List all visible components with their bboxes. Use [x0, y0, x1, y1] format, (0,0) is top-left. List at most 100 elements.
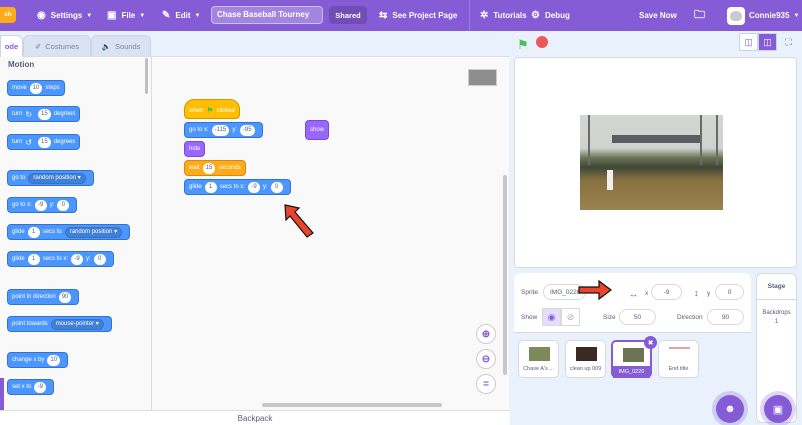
small-stage-button[interactable]: ◫	[739, 33, 758, 51]
sprite-thumb	[623, 348, 644, 362]
block-point-towards[interactable]: point towards mouse-pointer ▾	[7, 316, 112, 332]
y-label: y	[707, 290, 711, 297]
fullscreen-button[interactable]: ⛶	[779, 33, 798, 51]
number-input[interactable]: 1	[27, 253, 40, 265]
tab-code[interactable]: ode	[0, 35, 23, 57]
green-flag-icon: ⚑	[206, 106, 214, 115]
number-input[interactable]: 15	[38, 136, 51, 148]
target-dropdown[interactable]: random position ▾	[64, 226, 123, 238]
size-input[interactable]: 50	[619, 309, 656, 325]
x-position-input[interactable]: -9	[651, 284, 682, 300]
y-input[interactable]: 0	[57, 199, 70, 211]
backdrops-label: Backdrops	[762, 310, 791, 316]
block-wait-seconds[interactable]: wait 15 seconds	[184, 160, 246, 176]
number-input[interactable]: -9	[34, 381, 47, 393]
x-input[interactable]: -115	[211, 124, 230, 136]
block-turn-right[interactable]: turn ↻ 15 degrees	[7, 106, 81, 122]
block-go-to-xy[interactable]: go to x: -9 y: 0	[7, 197, 78, 213]
normal-stage-button[interactable]: ◫	[758, 33, 777, 51]
number-input[interactable]: 10	[29, 82, 43, 94]
choose-backdrop-button[interactable]: ▣	[764, 395, 792, 423]
block-show[interactable]: show	[305, 120, 330, 140]
block-set-x[interactable]: set x to -9	[7, 379, 55, 395]
choose-sprite-button[interactable]: ☻	[716, 395, 744, 423]
stop-button[interactable]	[536, 36, 548, 48]
direction-label: Direction	[677, 314, 703, 321]
block-glide-random[interactable]: glide 1 secs to random position ▾	[7, 224, 131, 240]
sprite-tile[interactable]: clean up 009	[565, 340, 606, 378]
zoom-out-button[interactable]: ⊖	[476, 349, 496, 369]
edit-menu[interactable]: ✎ Edit ▼	[162, 0, 200, 31]
rotate-left-icon: ↺	[25, 137, 33, 147]
script-horizontal-scrollbar[interactable]	[262, 403, 442, 407]
gear-icon: ⚙	[531, 10, 540, 21]
number-input[interactable]: 15	[38, 108, 51, 120]
block-change-x[interactable]: change x by 10	[7, 352, 69, 368]
show-hidden-button[interactable]: ⊘	[561, 308, 580, 326]
project-title-input[interactable]: Chase Baseball Tourney	[211, 6, 323, 24]
y-position-input[interactable]: 0	[715, 284, 744, 300]
sprite-tile[interactable]: End title	[658, 340, 699, 378]
show-label: Show	[521, 314, 538, 321]
trash-icon: ✖	[647, 339, 654, 347]
y-input[interactable]: 0	[93, 253, 106, 265]
menu-bar: ch ◉ Settings ▼ ▣ File ▼ ✎ Edit ▼ Chase …	[0, 0, 802, 31]
x-input[interactable]: -9	[71, 253, 84, 265]
scratch-logo[interactable]: ch	[0, 7, 16, 23]
pencil-icon: ✎	[162, 10, 171, 21]
number-input[interactable]: 1	[27, 226, 40, 238]
x-input[interactable]: -9	[248, 181, 261, 193]
number-input[interactable]: 10	[47, 354, 61, 366]
tab-sounds[interactable]: 🔈 Sounds	[91, 35, 151, 56]
small-stage-icon: ◫	[744, 36, 753, 47]
palette-scrollbar[interactable]	[145, 58, 148, 94]
tutorials-button[interactable]: ✲ Tutorials	[480, 0, 527, 31]
number-input[interactable]: 1	[204, 181, 217, 193]
tab-costumes[interactable]: ✐ Costumes	[23, 35, 91, 56]
block-go-to[interactable]: go to random position ▾	[7, 170, 94, 186]
normal-stage-icon: ◫	[763, 36, 772, 47]
block-glide-xy[interactable]: glide 1 secs to x: -9 y: 0	[7, 251, 114, 267]
y-input[interactable]: 0	[270, 181, 283, 193]
my-stuff-button[interactable]: 🗀	[694, 0, 705, 31]
eye-slash-icon: ⊘	[566, 311, 575, 322]
sprite-name-label: Sprite	[521, 289, 538, 296]
sprite-tile[interactable]: Chase A's ...	[518, 340, 559, 378]
sprite-thumb	[576, 347, 597, 361]
see-project-page-button[interactable]: ⇆ See Project Page	[379, 0, 457, 31]
globe-icon: ◉	[37, 10, 46, 21]
direction-input[interactable]: 90	[707, 309, 744, 325]
debug-button[interactable]: ⚙ Debug	[531, 0, 570, 31]
y-input[interactable]: -95	[239, 124, 255, 136]
green-flag-button[interactable]: ⚑	[517, 37, 529, 53]
settings-menu[interactable]: ◉ Settings ▼	[37, 0, 92, 31]
folder-icon: 🗀	[694, 9, 705, 21]
backpack-bar[interactable]: Backpack	[0, 410, 510, 425]
show-visible-button[interactable]: ◉	[542, 308, 561, 326]
target-dropdown[interactable]: random position ▾	[28, 172, 86, 184]
script-vertical-scrollbar[interactable]	[503, 175, 507, 375]
zoom-in-button[interactable]: ⊕	[476, 324, 496, 344]
block-point-in-direction[interactable]: point in direction 90	[7, 289, 80, 305]
save-now-button[interactable]: Save Now	[639, 0, 677, 31]
delete-sprite-button[interactable]: ✖	[644, 336, 657, 349]
file-menu[interactable]: ▣ File ▼	[107, 0, 145, 31]
block-glide-xy[interactable]: glide 1 secs to x: -9 y: 0	[184, 179, 291, 195]
block-move-steps[interactable]: move 10 steps	[7, 80, 65, 96]
target-dropdown[interactable]: mouse-pointer ▾	[50, 318, 104, 330]
annotation-arrow	[284, 204, 314, 238]
number-input[interactable]: 90	[58, 291, 72, 303]
y-arrows-icon: ↕	[694, 288, 699, 298]
account-menu[interactable]: Connie935 ▼	[727, 0, 799, 31]
zoom-reset-button[interactable]: =	[476, 374, 496, 394]
annotation-arrow	[578, 279, 612, 301]
block-hide[interactable]: hide	[184, 141, 206, 157]
menu-divider	[469, 0, 470, 31]
number-input[interactable]: 15	[202, 162, 216, 174]
x-input[interactable]: -9	[34, 199, 47, 211]
shared-button[interactable]: Shared	[329, 6, 367, 24]
rotate-right-icon: ↻	[25, 109, 33, 119]
block-turn-left[interactable]: turn ↺ 15 degrees	[7, 134, 81, 150]
block-go-to-xy[interactable]: go to x: -115 y: -95	[184, 122, 263, 138]
block-when-flag-clicked[interactable]: when ⚑ clicked	[184, 99, 240, 119]
